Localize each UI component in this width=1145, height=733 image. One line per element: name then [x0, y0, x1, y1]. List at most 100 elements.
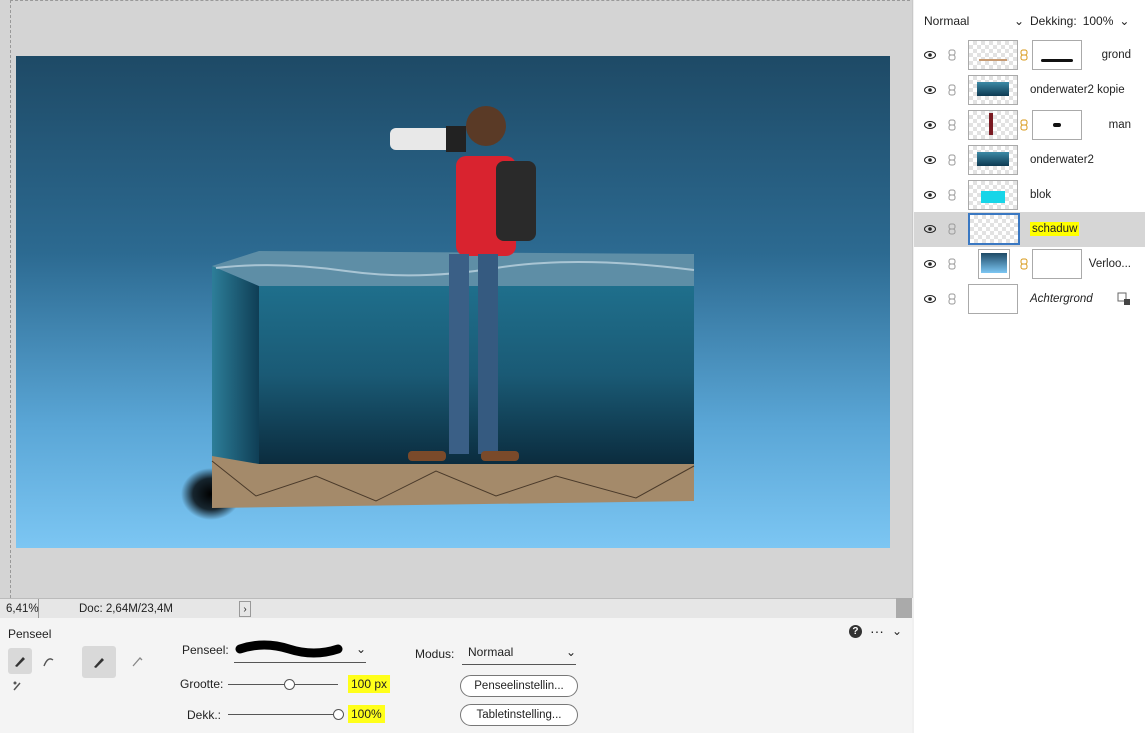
- chevron-down-icon: ⌄: [565, 645, 576, 659]
- mode-label: Modus:: [415, 647, 455, 661]
- layer-row[interactable]: grond: [914, 38, 1145, 73]
- mask-chain-icon[interactable]: [1020, 49, 1028, 61]
- visibility-eye-icon[interactable]: [924, 294, 936, 303]
- layer-row[interactable]: onderwater2 kopie: [914, 73, 1145, 108]
- visibility-eye-icon[interactable]: [924, 120, 936, 129]
- layer-link-icon[interactable]: [948, 189, 956, 201]
- visibility-eye-icon[interactable]: [924, 225, 936, 234]
- brush-stroke-preview: [235, 640, 343, 658]
- size-value[interactable]: 100 px: [348, 675, 391, 693]
- layer-row[interactable]: Verloo...: [914, 247, 1145, 282]
- history-brush-tool-button[interactable]: [36, 648, 60, 674]
- artwork-image[interactable]: [16, 56, 890, 548]
- panel-controls: ? ··· ⌄: [848, 623, 902, 639]
- brush-opacity-value[interactable]: 100%: [348, 705, 385, 723]
- document-canvas-area[interactable]: [0, 0, 913, 598]
- visibility-eye-icon[interactable]: [924, 190, 936, 199]
- layer-link-icon[interactable]: [948, 84, 956, 96]
- mode-select[interactable]: Normaal ⌄: [462, 640, 576, 665]
- document-edge-top: [10, 0, 910, 2]
- zoom-level[interactable]: 6,41%: [0, 599, 39, 619]
- brush-mode-button[interactable]: [82, 646, 116, 678]
- paint-brush-icon: [94, 658, 104, 668]
- layer-row[interactable]: blok: [914, 177, 1145, 212]
- layer-row[interactable]: Achtergrond: [914, 282, 1145, 317]
- opacity-value[interactable]: 100%: [1083, 14, 1114, 28]
- tool-options-panel: Penseel ? ··· ⌄ Penseel: ⌄ Modus: Normaa…: [0, 618, 912, 733]
- layer-name[interactable]: Achtergrond: [1030, 293, 1093, 305]
- airbrush-icon: [132, 657, 143, 667]
- status-bar: 6,41% Doc: 2,64M/23,4M ›: [0, 598, 912, 619]
- layer-name[interactable]: man: [1109, 119, 1131, 131]
- size-label: Grootte:: [180, 677, 224, 691]
- layer-link-icon[interactable]: [948, 223, 956, 235]
- visibility-eye-icon[interactable]: [924, 260, 936, 269]
- layer-thumbnail[interactable]: [968, 283, 1018, 314]
- layer-name[interactable]: blok: [1030, 189, 1051, 201]
- brush-tool-button[interactable]: [8, 648, 32, 674]
- layer-link-icon[interactable]: [948, 258, 956, 270]
- document-edge-left: [10, 0, 12, 598]
- mask-chain-icon[interactable]: [1020, 258, 1028, 270]
- tool-title: Penseel: [8, 627, 52, 641]
- more-options-icon[interactable]: ···: [870, 623, 884, 639]
- layers-panel: Normaal ⌄ Dekking: 100% ⌄ grond onderwate…: [914, 0, 1145, 733]
- airbrush-mode-button[interactable]: [124, 648, 150, 674]
- layer-name[interactable]: onderwater2 kopie: [1030, 84, 1125, 96]
- opacity-label: Dekking:: [1030, 14, 1077, 28]
- layer-link-icon[interactable]: [948, 293, 956, 305]
- blend-mode-value: Normaal: [924, 14, 970, 28]
- layer-thumbnail[interactable]: [968, 109, 1018, 140]
- mode-value: Normaal: [468, 645, 514, 659]
- layer-name[interactable]: schaduw: [1030, 222, 1080, 237]
- layer-list: grond onderwater2 kopie man onderwater2 blok…: [914, 38, 1145, 316]
- collapse-chevron-icon[interactable]: ⌄: [892, 624, 902, 638]
- layers-header: Normaal ⌄ Dekking: 100% ⌄: [914, 0, 1145, 42]
- brush-preset-label: Penseel:: [182, 643, 229, 657]
- water-block-side: [212, 266, 259, 464]
- layer-thumbnail[interactable]: [968, 213, 1020, 246]
- layer-row[interactable]: schaduw: [914, 211, 1145, 247]
- status-menu-button[interactable]: ›: [239, 601, 251, 617]
- blend-mode-select[interactable]: Normaal ⌄: [924, 14, 1024, 28]
- layer-thumbnail[interactable]: [978, 249, 1010, 280]
- chevron-down-icon: ⌄: [1119, 14, 1130, 28]
- mask-chain-icon[interactable]: [1020, 119, 1028, 131]
- chevron-down-icon: ⌄: [355, 642, 366, 656]
- layer-thumbnail[interactable]: [968, 144, 1018, 175]
- brush-preset-picker[interactable]: ⌄: [234, 636, 366, 663]
- brush-icon: [15, 657, 25, 667]
- size-slider-handle[interactable]: [283, 679, 295, 690]
- water-block-front: [259, 286, 694, 464]
- brush-opacity-slider-handle[interactable]: [333, 709, 344, 720]
- layer-mask-thumbnail[interactable]: [1032, 249, 1082, 280]
- layer-row[interactable]: onderwater2: [914, 142, 1145, 177]
- layer-thumbnail[interactable]: [968, 179, 1018, 210]
- layer-name[interactable]: Verloo...: [1089, 258, 1131, 270]
- layer-mask-thumbnail[interactable]: [1032, 109, 1082, 140]
- layer-row[interactable]: man: [914, 108, 1145, 143]
- layer-link-icon[interactable]: [948, 49, 956, 61]
- layer-name[interactable]: grond: [1102, 49, 1131, 61]
- visibility-eye-icon[interactable]: [924, 86, 936, 95]
- lock-icon: [1117, 292, 1130, 305]
- layer-link-icon[interactable]: [948, 154, 956, 166]
- help-icon[interactable]: ?: [848, 624, 862, 638]
- brush-settings-button[interactable]: Penseelinstellin...: [460, 675, 578, 697]
- layer-opacity-control[interactable]: Dekking: 100% ⌄: [1030, 14, 1129, 28]
- visibility-eye-icon[interactable]: [924, 51, 936, 60]
- color-replacement-icon: [13, 681, 21, 691]
- brush-opacity-slider[interactable]: [228, 714, 338, 715]
- layer-thumbnail[interactable]: [968, 75, 1018, 106]
- brush-opacity-label: Dekk.:: [187, 708, 222, 722]
- layer-name[interactable]: onderwater2: [1030, 154, 1094, 166]
- tablet-settings-button[interactable]: Tabletinstelling...: [460, 704, 578, 726]
- layer-link-icon[interactable]: [948, 119, 956, 131]
- scrollbar-corner[interactable]: [896, 598, 912, 618]
- color-replace-tool-button[interactable]: [8, 676, 28, 696]
- layer-mask-thumbnail[interactable]: [1032, 40, 1082, 71]
- layer-thumbnail[interactable]: [968, 40, 1018, 71]
- composite-scene: [181, 106, 695, 520]
- visibility-eye-icon[interactable]: [924, 155, 936, 164]
- chevron-down-icon: ⌄: [1013, 14, 1024, 28]
